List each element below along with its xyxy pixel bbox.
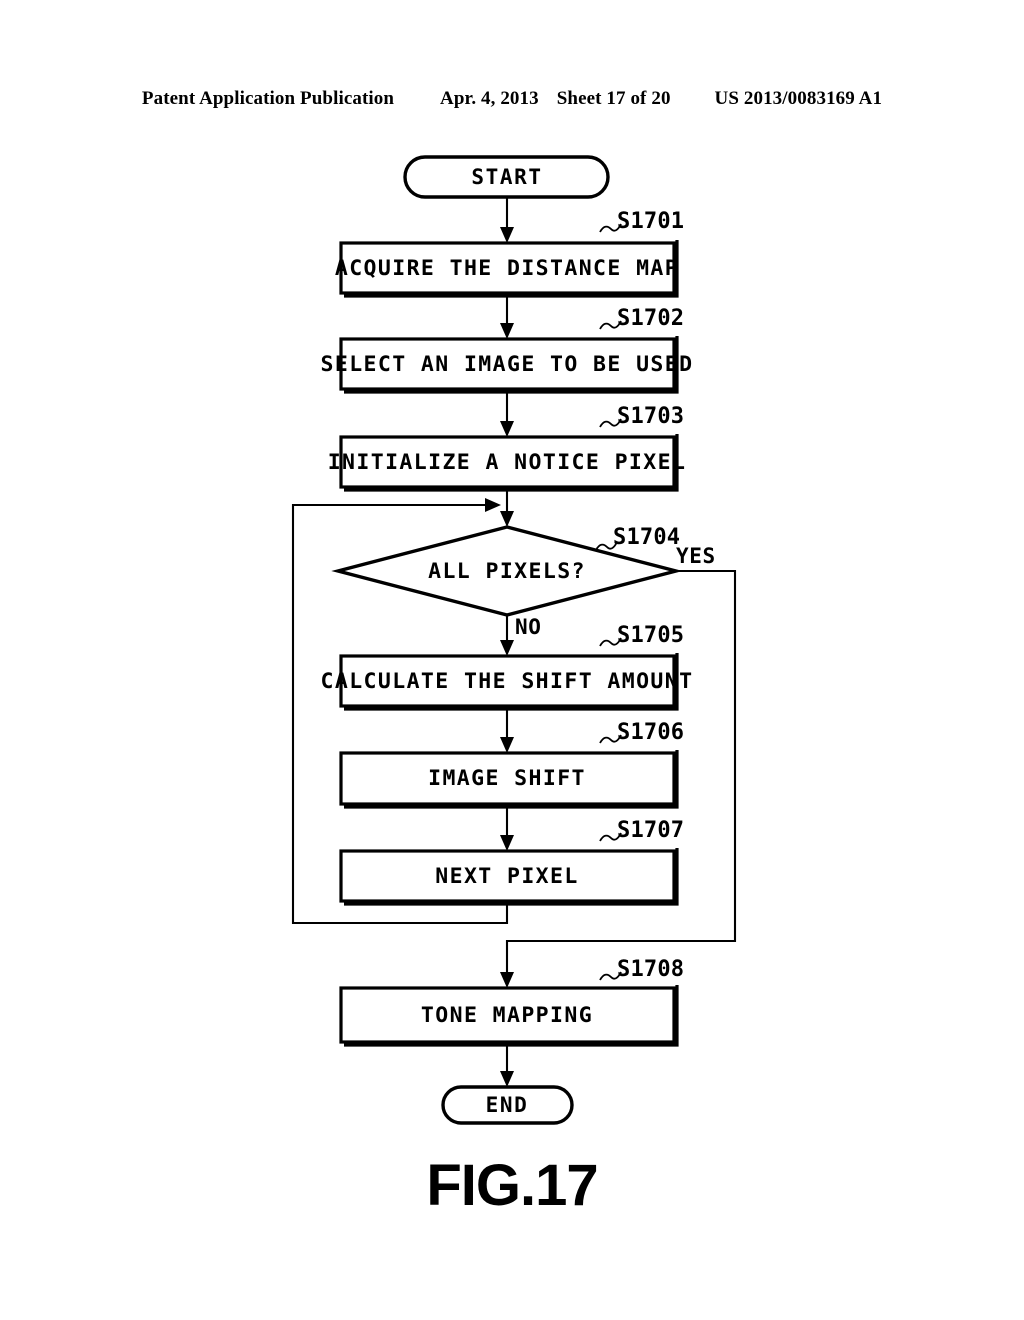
process-label-s1708: TONE MAPPING (421, 1003, 593, 1028)
decision-label-s1704: ALL PIXELS? (428, 559, 586, 584)
step-id-s1708: S1708 (617, 957, 684, 982)
step-id-s1706: S1706 (617, 720, 684, 745)
terminator-start-label: START (471, 165, 542, 189)
step-id-s1705: S1705 (617, 623, 684, 648)
arrowhead-loopback (485, 498, 501, 512)
branch-label-yes: YES (676, 544, 716, 568)
branch-label-no: NO (515, 615, 542, 639)
step-id-s1704: S1704 (613, 525, 680, 550)
process-label-s1707: NEXT PIXEL (435, 864, 578, 889)
arrowhead-s1703 (500, 421, 514, 437)
process-label-s1703: INITIALIZE A NOTICE PIXEL (328, 450, 687, 475)
process-label-s1706: IMAGE SHIFT (428, 766, 586, 791)
step-id-s1703: S1703 (617, 404, 684, 429)
arrowhead-s1702 (500, 323, 514, 339)
arrowhead-s1701 (500, 227, 514, 243)
figure-caption: FIG.17 (426, 1153, 598, 1218)
step-id-s1701: S1701 (617, 209, 684, 234)
process-label-s1701: ACQUIRE THE DISTANCE MAP (335, 256, 679, 281)
flowchart-diagram: START ACQUIRE THE DISTANCE MAP S1701 SEL… (291, 155, 737, 1125)
arrowhead-s1706 (500, 737, 514, 753)
step-id-s1707: S1707 (617, 818, 684, 843)
arrowhead-s1704 (500, 511, 514, 527)
arrowhead-end (500, 1071, 514, 1087)
process-label-s1705: CALCULATE THE SHIFT AMOUNT (321, 669, 694, 694)
terminator-end-label: END (486, 1093, 529, 1117)
arrowhead-s1708 (500, 972, 514, 988)
process-label-s1702: SELECT AN IMAGE TO BE USED (321, 352, 694, 377)
arrowhead-s1707 (500, 835, 514, 851)
arrowhead-s1705 (500, 640, 514, 656)
step-id-s1702: S1702 (617, 306, 684, 331)
